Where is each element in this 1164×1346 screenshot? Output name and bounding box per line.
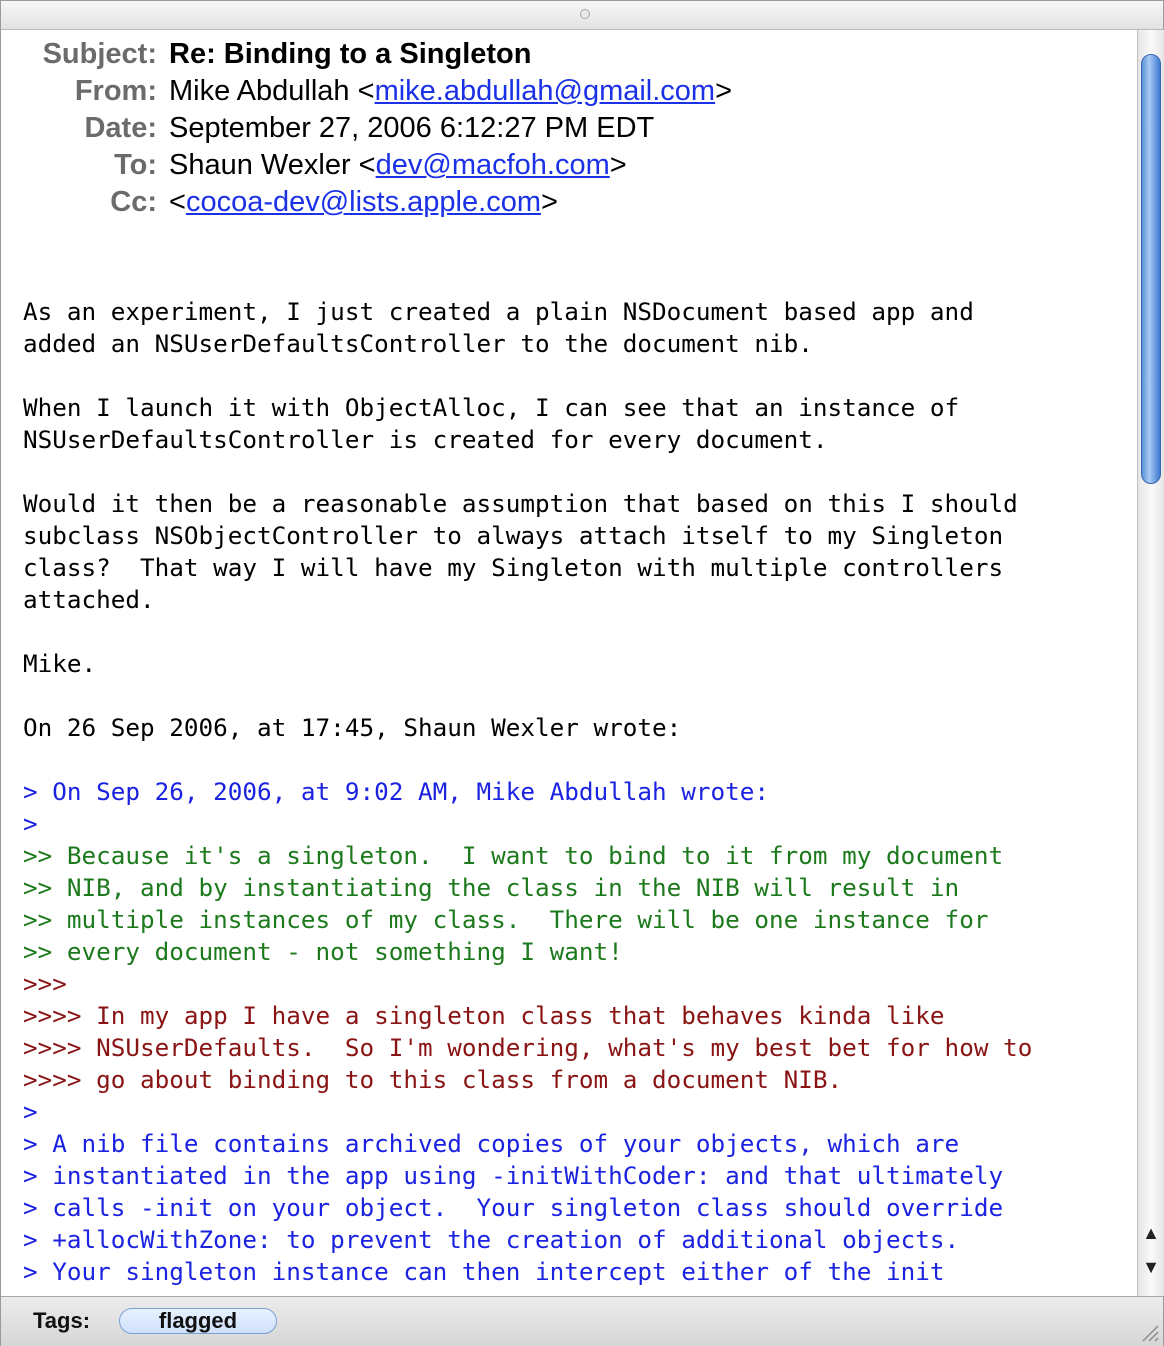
to-close: >	[609, 149, 627, 181]
date-label: Date:	[84, 112, 157, 144]
body-line	[23, 456, 1133, 488]
quoted-line: >>>> NSUserDefaults. So I'm wondering, w…	[23, 1033, 1033, 1062]
cc-label: Cc:	[110, 186, 157, 218]
quoted-line: > On Sep 26, 2006, at 9:02 AM, Mike Abdu…	[23, 777, 770, 806]
quoted-line: >>>> go about binding to this class from…	[23, 1065, 843, 1094]
scroll-up-arrow-icon[interactable]: ▲	[1141, 1220, 1161, 1246]
subject-label: Subject:	[42, 38, 157, 70]
tag-flagged[interactable]: flagged	[119, 1308, 277, 1334]
header-date: Date: September 27, 2006 6:12:27 PM EDT	[1, 110, 1131, 147]
message-viewer[interactable]: Subject: Re: Binding to a Singleton From…	[1, 30, 1137, 1296]
header-to: To: Shaun Wexler < dev@macfoh.com >	[1, 147, 1131, 184]
body-line: attached.	[23, 585, 155, 614]
to-name: Shaun Wexler <	[169, 149, 376, 181]
from-close: >	[715, 75, 733, 107]
body-line	[23, 616, 1133, 648]
quoted-line: >> NIB, and by instantiating the class i…	[23, 873, 960, 902]
header-cc: Cc: < cocoa-dev@lists.apple.com >	[1, 184, 1131, 221]
quoted-line: >> every document - not something I want…	[23, 937, 623, 966]
scrollbar-thumb[interactable]	[1141, 54, 1161, 484]
body-line	[23, 360, 1133, 392]
cc-email-link[interactable]: cocoa-dev@lists.apple.com	[186, 186, 541, 219]
quoted-line: >> Because it's a singleton. I want to b…	[23, 841, 1004, 870]
drag-grip-icon[interactable]	[580, 9, 590, 19]
resize-grip-icon[interactable]	[1137, 1320, 1159, 1342]
message-body[interactable]: As an experiment, I just created a plain…	[23, 296, 1133, 1288]
quoted-line: > A nib file contains archived copies of…	[23, 1129, 960, 1158]
mail-message-window: Subject: Re: Binding to a Singleton From…	[0, 0, 1164, 1346]
tags-label: Tags:	[33, 1308, 91, 1333]
body-line	[23, 680, 1133, 712]
quoted-line: > Your singleton instance can then inter…	[23, 1257, 945, 1286]
date-value: September 27, 2006 6:12:27 PM EDT	[169, 112, 655, 144]
quoted-line: >	[23, 809, 38, 838]
from-label: From:	[74, 75, 157, 107]
body-line: Would it then be a reasonable assumption…	[23, 489, 1018, 518]
body-line	[23, 744, 1133, 776]
body-line: Mike.	[23, 649, 97, 678]
message-headers: Subject: Re: Binding to a Singleton From…	[1, 36, 1131, 221]
to-label: To:	[114, 149, 157, 181]
header-from: From: Mike Abdullah < mike.abdullah@gmail…	[1, 73, 1131, 110]
tags-bar: Tags: flagged	[1, 1296, 1163, 1346]
quoted-line: >	[23, 1097, 38, 1126]
cc-open: <	[169, 186, 186, 218]
body-line: As an experiment, I just created a plain…	[23, 297, 974, 326]
quoted-line: >>>> In my app I have a singleton class …	[23, 1001, 945, 1030]
body-line: When I launch it with ObjectAlloc, I can…	[23, 393, 960, 422]
from-email-link[interactable]: mike.abdullah@gmail.com	[375, 75, 716, 108]
scroll-down-arrow-icon[interactable]: ▼	[1141, 1254, 1161, 1280]
quoted-line: > +allocWithZone: to prevent the creatio…	[23, 1225, 960, 1254]
window-top-bar[interactable]	[1, 1, 1163, 30]
cc-close: >	[540, 186, 558, 218]
quoted-line: >>>	[23, 969, 67, 998]
quoted-line: > calls -init on your object. Your singl…	[23, 1193, 1004, 1222]
body-line: NSUserDefaultsController is created for …	[23, 425, 828, 454]
vertical-scrollbar[interactable]: ▲ ▼	[1137, 30, 1164, 1296]
subject-value: Re: Binding to a Singleton	[169, 38, 532, 70]
body-line: subclass NSObjectController to always at…	[23, 521, 1004, 550]
quoted-line: >> multiple instances of my class. There…	[23, 905, 989, 934]
header-subject: Subject: Re: Binding to a Singleton	[1, 36, 1131, 73]
from-name: Mike Abdullah <	[169, 75, 375, 107]
body-line: On 26 Sep 2006, at 17:45, Shaun Wexler w…	[23, 713, 682, 742]
quoted-line: > instantiated in the app using -initWit…	[23, 1161, 1004, 1190]
to-email-link[interactable]: dev@macfoh.com	[376, 149, 610, 182]
body-line: class? That way I will have my Singleton…	[23, 553, 1004, 582]
body-line: added an NSUserDefaultsController to the…	[23, 329, 813, 358]
